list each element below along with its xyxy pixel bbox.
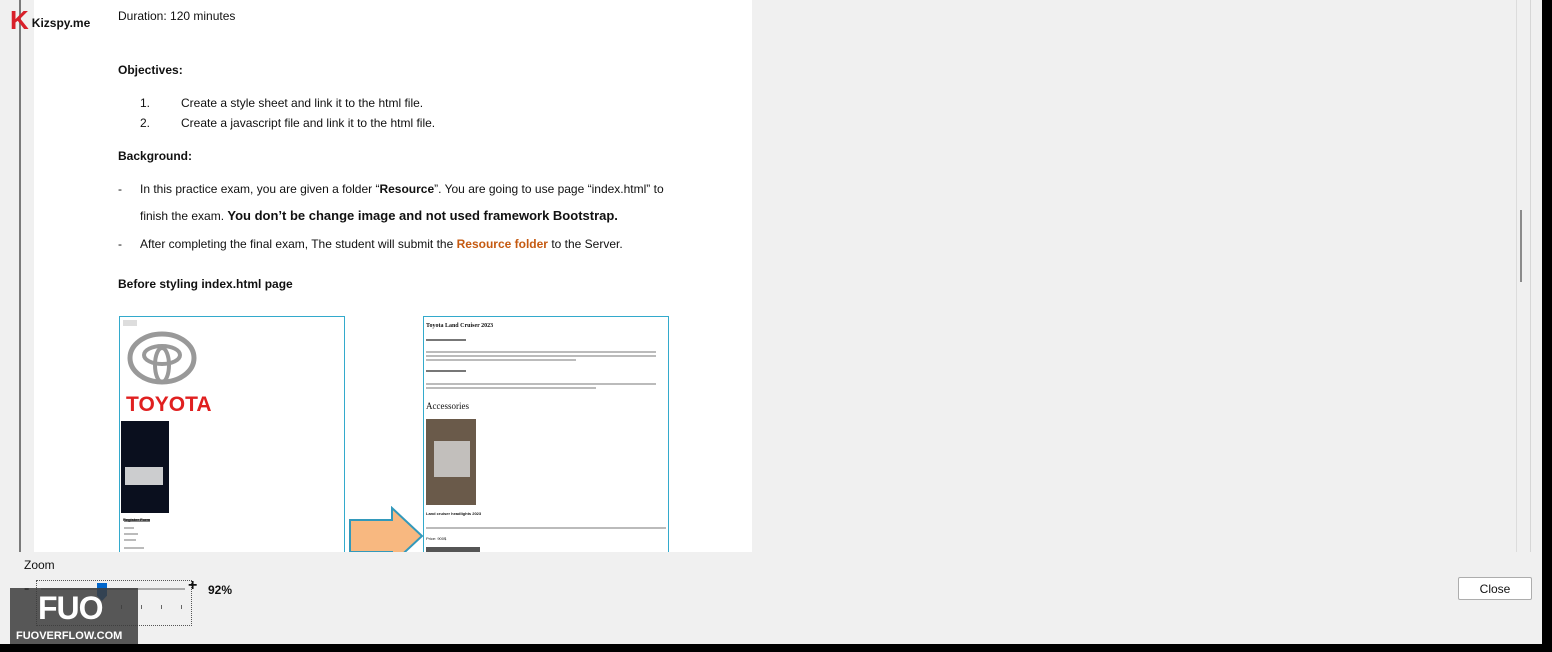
page-left-rule: [19, 0, 21, 552]
bg3-suffix: to the Server.: [551, 237, 623, 251]
background-line-1: In this practice exam, you are given a f…: [140, 182, 664, 196]
document-page: Duration: 120 minutes Objectives: 1. Cre…: [34, 0, 752, 552]
bg1-suffix: ”. You are going to use page “index.html…: [434, 182, 664, 196]
bullet-dash-2: -: [118, 237, 122, 251]
background-line-2: finish the exam. You don’t be change ima…: [140, 208, 618, 223]
background-line-3: After completing the final exam, The stu…: [140, 237, 623, 251]
right-thumb-body: [426, 339, 666, 552]
document-viewport[interactable]: Duration: 120 minutes Objectives: 1. Cre…: [0, 0, 1531, 552]
zoom-tick: [161, 605, 162, 609]
right-thumb-caption: Land cruiser headlights 2023: [426, 511, 482, 516]
right-arrow-icon: [349, 506, 424, 552]
fuoverflow-watermark: FUO FUOVERFLOW.COM: [10, 588, 138, 644]
objectives-heading: Objectives:: [118, 63, 183, 77]
objective-item-2: Create a javascript file and link it to …: [181, 116, 436, 130]
bg2-bold: You don’t be change image and not used f…: [227, 208, 618, 223]
toyota-wordmark: TOYOTA: [126, 393, 212, 416]
before-screenshot-left: TOYOTA Register Form: [119, 316, 345, 552]
zoom-label: Zoom: [24, 558, 55, 572]
objective-item-1: Create a style sheet and link it to the …: [181, 96, 424, 110]
bg1-prefix: In this practice exam, you are given a f…: [140, 182, 380, 196]
zoom-tick: [141, 605, 142, 609]
kizspy-brand-text: Kizspy.me: [31, 16, 91, 30]
zoom-value: 92%: [208, 583, 233, 597]
objective-num-1: 1.: [140, 96, 151, 110]
fuoverflow-text: FUOVERFLOW.COM: [16, 630, 123, 642]
close-button[interactable]: Close: [1458, 577, 1532, 600]
before-screenshot-right: Toyota Land Cruiser 2023 Accessories Lan…: [423, 316, 669, 552]
zoom-in-button[interactable]: +: [188, 577, 197, 595]
kizspy-k-icon: K: [10, 5, 29, 35]
document-viewer-window: Duration: 120 minutes Objectives: 1. Cre…: [0, 0, 1542, 644]
bg1-bold: Resource: [379, 182, 435, 196]
zoom-tick: [181, 605, 182, 609]
fuo-logo: FUO: [38, 590, 104, 626]
before-styling-heading: Before styling index.html page: [118, 277, 293, 291]
bg3-prefix: After completing the final exam, The stu…: [140, 237, 454, 251]
vertical-scrollbar-track[interactable]: [1516, 0, 1517, 552]
bg3-orange: Resource folder: [456, 237, 548, 251]
accessories-heading: Accessories: [426, 401, 469, 411]
toyota-logo-image: [121, 320, 197, 549]
vertical-scrollbar-thumb[interactable]: [1520, 210, 1522, 282]
duration-text: Duration: 120 minutes: [118, 9, 236, 23]
right-thumb-price: Price: 900$: [426, 536, 447, 541]
background-heading: Background:: [118, 149, 193, 163]
kizspy-logo: K Kizspy.me: [10, 5, 91, 35]
objective-num-2: 2.: [140, 116, 151, 130]
bullet-dash-1: -: [118, 182, 122, 196]
bg2-line: finish the exam.: [140, 209, 225, 223]
left-thumb-caption: Register Form: [123, 517, 151, 522]
